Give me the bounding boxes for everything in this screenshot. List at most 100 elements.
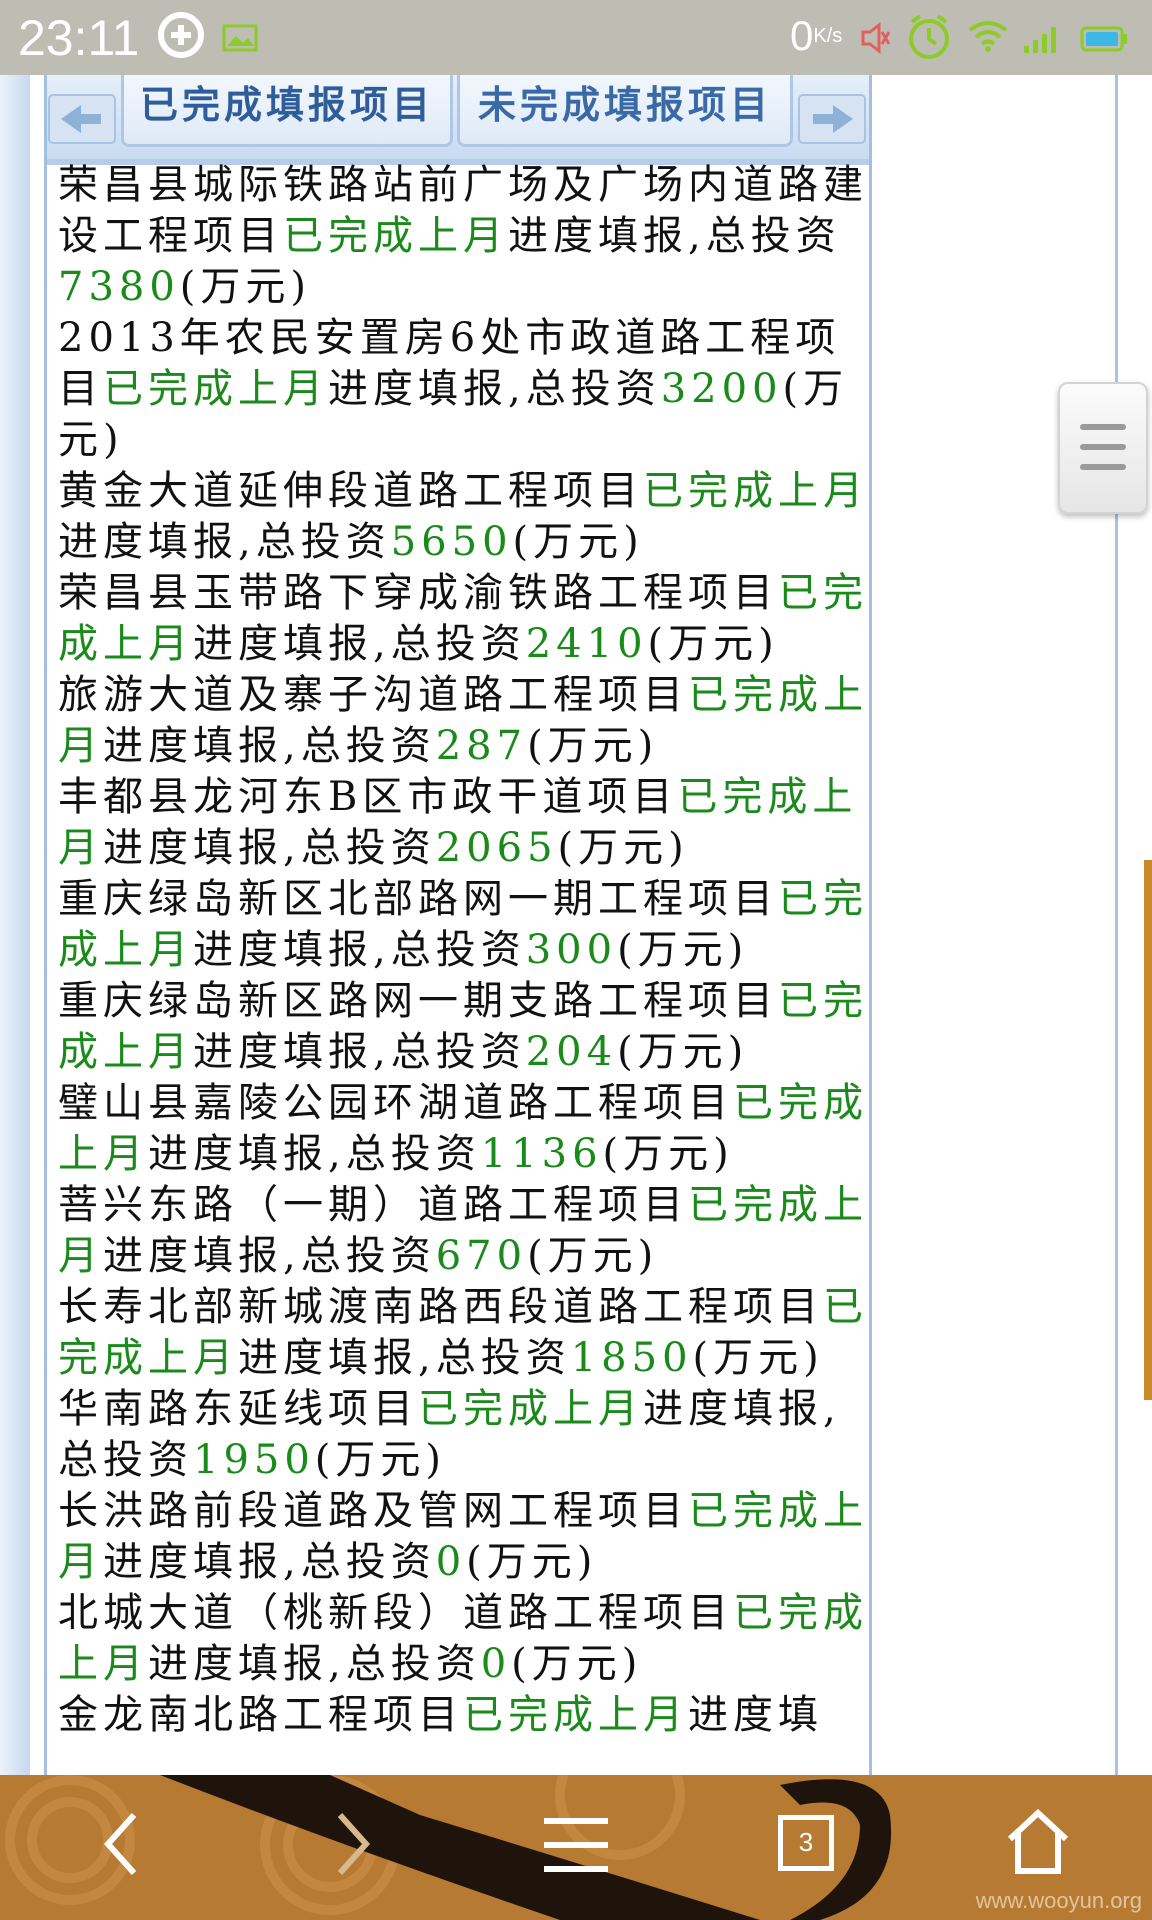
project-investment-unit: (万元)	[527, 723, 659, 769]
project-progress-text: 进度填报,总投资	[238, 1335, 571, 1381]
project-investment-amount: 1136	[480, 1131, 603, 1177]
project-name: 丰都县龙河东B区市政干道项目	[58, 774, 678, 820]
project-investment-amount: 204	[525, 1029, 618, 1075]
project-investment-unit: (万元)	[617, 1029, 749, 1075]
project-list-item[interactable]: 华南路东延线项目已完成上月进度填报,总投资1950(万元)	[58, 1384, 868, 1486]
project-progress-text: 进度填报,总投资	[328, 366, 661, 412]
home-icon[interactable]	[1006, 1809, 1070, 1875]
side-edge-decoration	[1144, 860, 1152, 1400]
sync-plus-icon	[158, 12, 204, 58]
page-left-border	[0, 75, 30, 1775]
project-list-item[interactable]: 重庆绿岛新区北部路网一期工程项目已完成上月进度填报,总投资300(万元)	[58, 874, 868, 976]
watermark: www.wooyun.org	[975, 1888, 1142, 1913]
project-investment-amount: 1950	[193, 1437, 315, 1483]
tab-completed[interactable]: 已完成填报项目	[121, 75, 453, 147]
project-investment-amount: 5650	[390, 519, 513, 565]
project-name: 重庆绿岛新区路网一期支路工程项目	[58, 978, 778, 1024]
project-status: 已完成上月	[463, 1692, 688, 1738]
project-investment-unit: (万元)	[512, 519, 644, 565]
mute-icon	[861, 22, 890, 54]
tabs-count-button[interactable]: 3	[778, 1815, 834, 1871]
project-status: 已完成上月	[283, 213, 508, 259]
project-progress-text: 进度填报,总投资	[508, 213, 841, 259]
project-list-item[interactable]: 旅游大道及寨子沟道路工程项目已完成上月进度填报,总投资287(万元)	[58, 670, 868, 772]
alarm-icon	[909, 14, 949, 59]
data-speed-unit: K/s	[813, 25, 843, 47]
project-status: 已完成上月	[643, 468, 868, 514]
project-investment-unit: (万元)	[557, 825, 689, 871]
signal-icon	[1024, 27, 1056, 53]
project-list-item[interactable]: 荣昌县玉带路下穿成渝铁路工程项目已完成上月进度填报,总投资2410(万元)	[58, 568, 868, 670]
project-investment-amount: 287	[435, 723, 528, 769]
project-progress-text: 进度填报,总投资	[58, 519, 391, 565]
project-list-item[interactable]: 璧山县嘉陵公园环湖道路工程项目已完成上月进度填报,总投资1136(万元)	[58, 1078, 868, 1180]
project-list-item[interactable]: 重庆绿岛新区路网一期支路工程项目已完成上月进度填报,总投资204(万元)	[58, 976, 868, 1078]
image-icon	[222, 24, 258, 52]
project-name: 重庆绿岛新区北部路网一期工程项目	[58, 876, 778, 922]
project-progress-text: 进度填报,总投资	[193, 1029, 526, 1075]
project-name: 璧山县嘉陵公园环湖道路工程项目	[58, 1080, 733, 1126]
project-name: 黄金大道延伸段道路工程项目	[58, 468, 643, 514]
project-progress-text: 进度填报,总投资	[103, 723, 436, 769]
project-investment-amount: 1850	[570, 1335, 693, 1381]
wifi-icon	[968, 21, 1008, 52]
scroll-left-arrow-icon[interactable]	[47, 93, 117, 145]
data-speed: 0K/s	[790, 10, 842, 62]
tab-incomplete[interactable]: 未完成填报项目	[457, 75, 793, 147]
project-investment-amount: 2410	[525, 621, 648, 667]
project-investment-amount: 0	[435, 1539, 467, 1585]
project-investment-unit: (万元)	[466, 1539, 598, 1585]
project-list-item[interactable]: 黄金大道延伸段道路工程项目已完成上月进度填报,总投资5650(万元)	[58, 466, 868, 568]
project-list-item[interactable]: 2013年农民安置房6处市政道路工程项目已完成上月进度填报,总投资3200(万元…	[58, 313, 868, 466]
project-status: 已完成上月	[103, 366, 328, 412]
scroll-right-arrow-icon[interactable]	[797, 93, 867, 145]
status-bar: 23:11 0K/s	[0, 0, 1152, 75]
project-list-item[interactable]: 荣昌县城际铁路站前广场及广场内道路建设工程项目已完成上月进度填报,总投资7380…	[58, 160, 868, 313]
project-progress-text: 进度填	[688, 1692, 823, 1738]
project-investment-amount: 0	[480, 1641, 512, 1687]
project-list: 荣昌县城际铁路站前广场及广场内道路建设工程项目已完成上月进度填报,总投资7380…	[58, 160, 868, 1741]
project-investment-amount: 7380	[58, 264, 180, 310]
page-right-border	[1115, 75, 1118, 1775]
tab-bar: 已完成填报项目 未完成填报项目	[47, 75, 869, 165]
project-list-item[interactable]: 长洪路前段道路及管网工程项目已完成上月进度填报,总投资0(万元)	[58, 1486, 868, 1588]
project-name: 旅游大道及寨子沟道路工程项目	[58, 672, 688, 718]
menu-icon[interactable]	[540, 1815, 612, 1875]
project-progress-text: 进度填报,总投资	[103, 1233, 436, 1279]
floating-menu-handle[interactable]	[1058, 382, 1148, 514]
project-progress-text: 进度填报,总投资	[148, 1131, 481, 1177]
clock: 23:11	[18, 10, 140, 66]
forward-icon[interactable]	[328, 1809, 378, 1879]
data-speed-value: 0	[790, 12, 814, 59]
project-progress-text: 进度填报,总投资	[148, 1641, 481, 1687]
project-investment-amount: 2065	[435, 825, 558, 871]
project-name: 长洪路前段道路及管网工程项目	[58, 1488, 688, 1534]
project-name: 北城大道（桃新段）道路工程项目	[58, 1590, 733, 1636]
battery-icon	[1080, 26, 1127, 52]
project-progress-text: 进度填报,总投资	[103, 825, 436, 871]
project-list-item[interactable]: 丰都县龙河东B区市政干道项目已完成上月进度填报,总投资2065(万元)	[58, 772, 868, 874]
project-list-item[interactable]: 长寿北部新城渡南路西段道路工程项目已完成上月进度填报,总投资1850(万元)	[58, 1282, 868, 1384]
project-progress-text: 进度填报,总投资	[103, 1539, 436, 1585]
browser-bottom-bar: 3 www.wooyun.org	[0, 1775, 1152, 1920]
project-investment-unit: (万元)	[647, 621, 779, 667]
project-list-item[interactable]: 金龙南北路工程项目已完成上月进度填	[58, 1690, 868, 1741]
project-investment-unit: (万元)	[179, 264, 312, 310]
project-name: 金龙南北路工程项目	[58, 1692, 463, 1738]
project-list-item[interactable]: 菩兴东路（一期）道路工程项目已完成上月进度填报,总投资670(万元)	[58, 1180, 868, 1282]
project-name: 长寿北部新城渡南路西段道路工程项目	[58, 1284, 823, 1330]
project-investment-unit: (万元)	[314, 1437, 447, 1483]
back-icon[interactable]	[96, 1809, 146, 1879]
project-progress-text: 进度填报,总投资	[193, 927, 526, 973]
project-name: 荣昌县玉带路下穿成渝铁路工程项目	[58, 570, 778, 616]
project-investment-unit: (万元)	[527, 1233, 659, 1279]
project-investment-amount: 670	[435, 1233, 528, 1279]
project-name: 菩兴东路（一期）道路工程项目	[58, 1182, 688, 1228]
project-investment-unit: (万元)	[617, 927, 749, 973]
project-investment-amount: 300	[525, 927, 618, 973]
project-investment-unit: (万元)	[602, 1131, 734, 1177]
project-investment-unit: (万元)	[511, 1641, 643, 1687]
project-investment-amount: 3200	[660, 366, 783, 412]
project-list-item[interactable]: 北城大道（桃新段）道路工程项目已完成上月进度填报,总投资0(万元)	[58, 1588, 868, 1690]
project-progress-text: 进度填报,总投资	[193, 621, 526, 667]
